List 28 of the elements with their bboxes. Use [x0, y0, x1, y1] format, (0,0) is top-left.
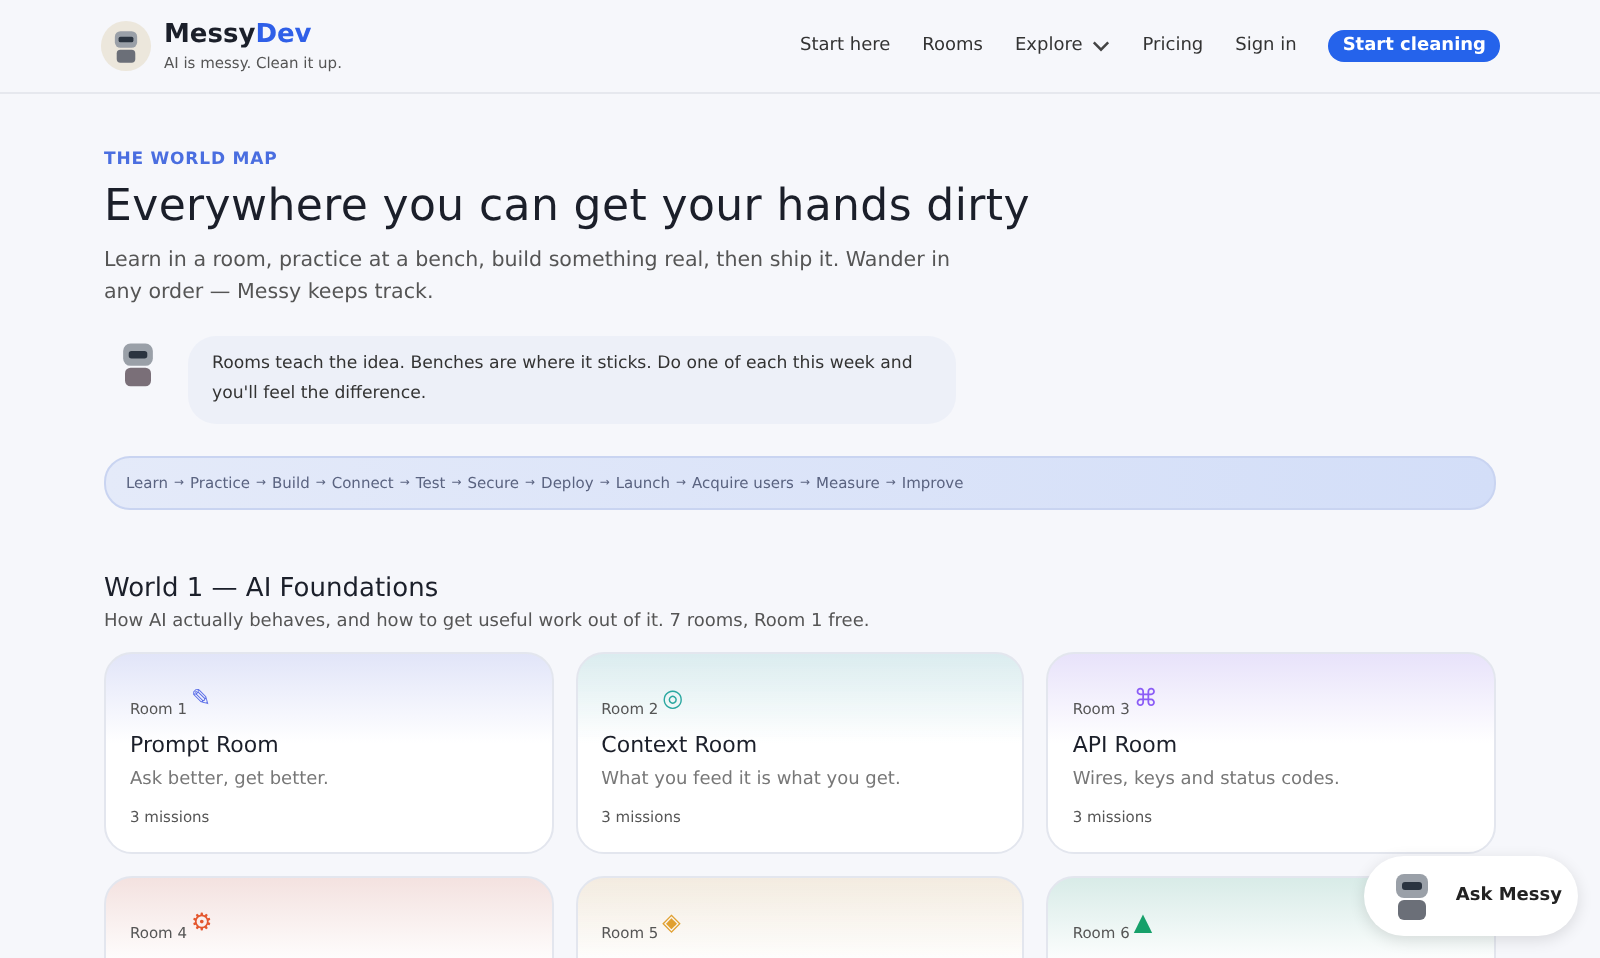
- room-name: Prompt Room: [130, 732, 281, 758]
- nav-link[interactable]: Rooms: [922, 36, 983, 56]
- room-icon: ◈: [662, 910, 681, 934]
- room-description: Ask better, get better.: [130, 770, 331, 790]
- room-icon: ✎: [191, 686, 212, 710]
- room-icon: ⌘: [1133, 686, 1158, 710]
- brand-name[interactable]: MessyDev: [164, 20, 342, 50]
- nav-link[interactable]: Start here: [800, 36, 891, 56]
- robot-mascot-icon: [100, 20, 152, 72]
- room-description: Wires, keys and status codes.: [1072, 770, 1342, 790]
- page-lead: Learn in a room, practice at a bench, build something real, then ship it. Wander in any order — Messy keeps track.: [104, 246, 952, 308]
- world-title: World 1 — AI Foundations: [104, 574, 441, 604]
- section-eyebrow: THE WORLD MAP: [104, 150, 280, 170]
- room-name: Context Room: [601, 732, 760, 758]
- page-title: Everywhere you can get your hands dirty: [104, 182, 1032, 232]
- ask-assistant-button[interactable]: Ask Messy: [1363, 856, 1578, 936]
- nav-link[interactable]: Sign in: [1235, 36, 1297, 56]
- room-icon: ⚙: [191, 910, 213, 934]
- chevron-down-icon: [1092, 40, 1111, 52]
- room-description: What you feed it is what you get.: [601, 770, 903, 790]
- room-name: API Room: [1072, 732, 1180, 758]
- tip-bubble: Rooms teach the idea. Benches are where it sticks. Do one of each this week and you'll feel the difference.: [188, 336, 956, 424]
- world-subtitle: How AI actually behaves, and how to get useful work out of it. 7 rooms, Room 1 free.: [104, 612, 872, 632]
- nav-link[interactable]: Pricing: [1142, 36, 1204, 56]
- nav-dropdown[interactable]: Explore: [1015, 36, 1111, 56]
- start-button[interactable]: Start cleaning: [1328, 30, 1500, 62]
- room-icon: ▲: [1133, 910, 1153, 934]
- room-icon: ◎: [662, 686, 684, 710]
